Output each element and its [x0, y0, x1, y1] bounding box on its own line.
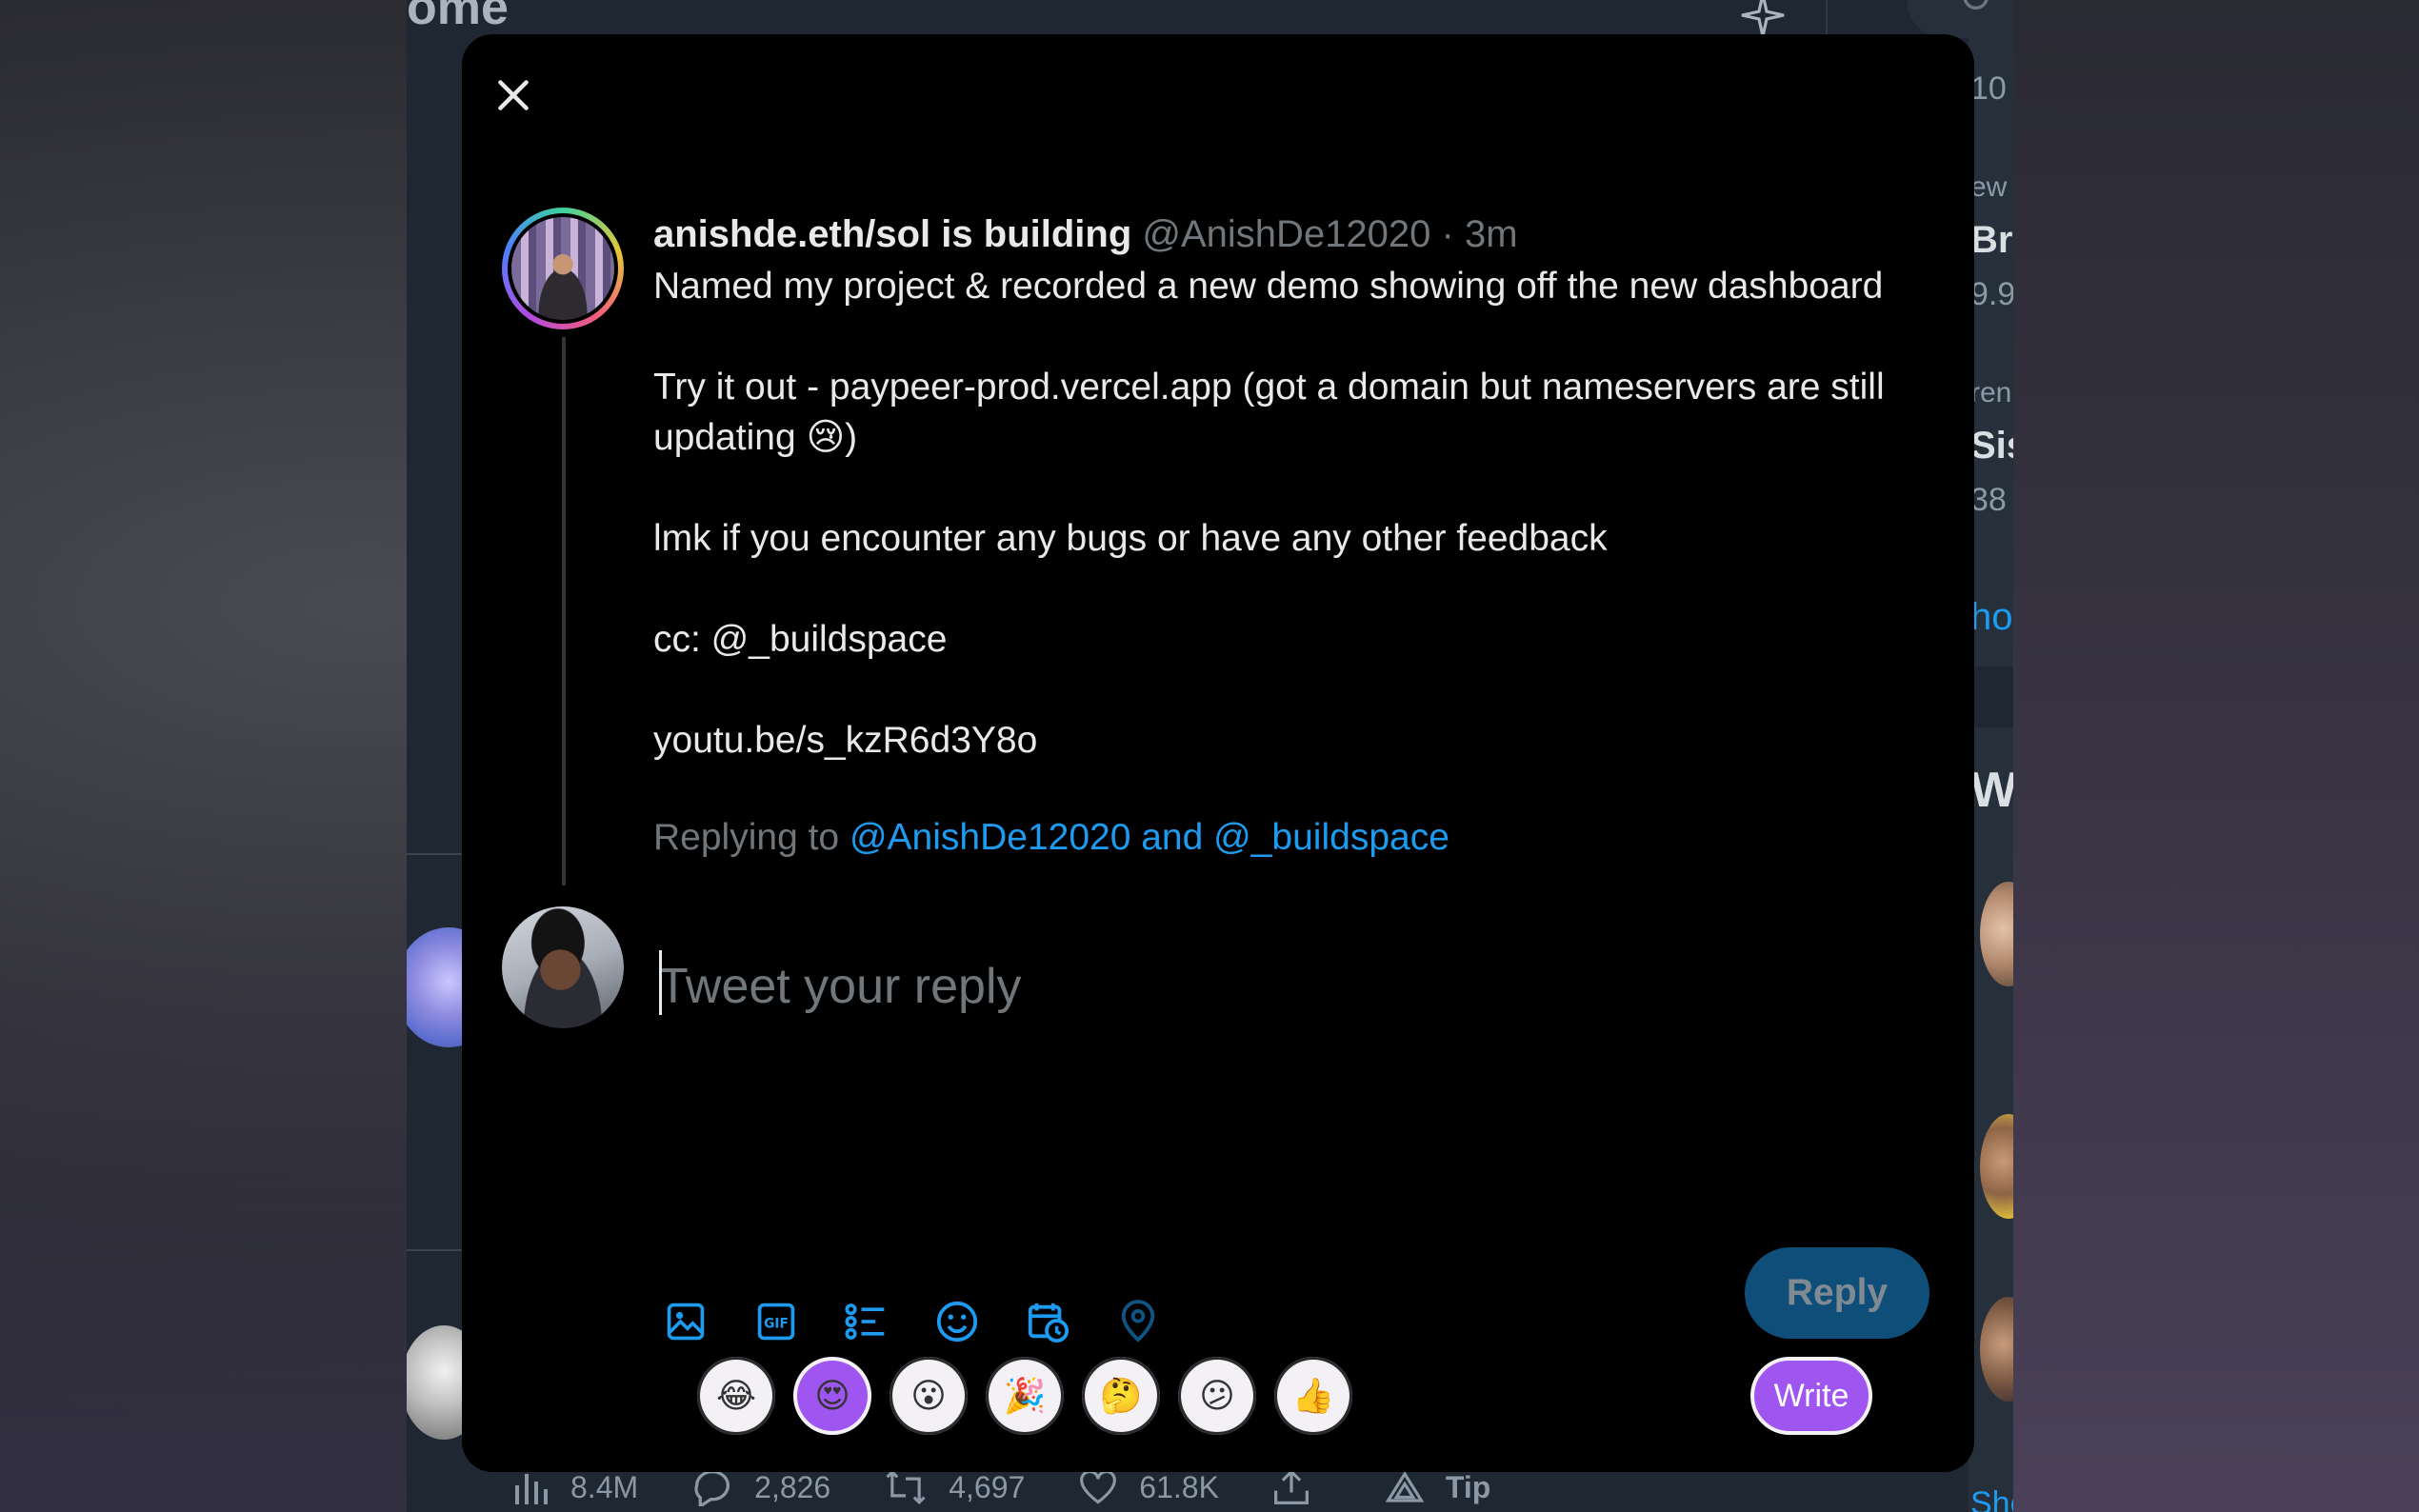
trend-snippet[interactable]: Br [1970, 219, 2012, 262]
reply-button[interactable]: Reply [1745, 1247, 1929, 1339]
tip-stat[interactable]: Tip [1385, 1470, 1490, 1505]
media-button[interactable] [655, 1291, 716, 1352]
views-count: 8.4M [570, 1469, 639, 1504]
home-title: ome [407, 0, 509, 35]
search-icon [1963, 0, 1989, 10]
tip-icon [1385, 1471, 1425, 1502]
heart-icon [1080, 1470, 1117, 1504]
text-caret [659, 950, 662, 1015]
reaction-surprised[interactable]: 😮 [890, 1357, 968, 1435]
like-stat[interactable]: 61.8K [1078, 1469, 1219, 1505]
background-left-tint [0, 857, 407, 1512]
sparkle-icon[interactable] [1740, 0, 1786, 38]
reply-stat[interactable]: 2,826 [691, 1468, 830, 1506]
tip-label: Tip [1445, 1469, 1491, 1504]
close-button[interactable] [483, 65, 544, 126]
analytics-icon [515, 1474, 548, 1504]
reaction-confused[interactable]: 😕 [1178, 1357, 1256, 1435]
svg-text:GIF: GIF [764, 1316, 789, 1331]
tweet-time[interactable]: 3m [1465, 213, 1518, 255]
schedule-button[interactable] [1017, 1291, 1078, 1352]
who-to-follow-title: Wh [1970, 763, 2013, 818]
retweet-stat[interactable]: 4,697 [884, 1468, 1025, 1506]
reaction-heart-eyes[interactable]: 😍 [793, 1357, 871, 1435]
right-column: 10 ew Br 9.9 ren Sis 38 ho Wh Sho [1969, 38, 2013, 1512]
poll-icon [845, 1303, 885, 1340]
replying-to-label: Replying to [653, 817, 850, 858]
reply-count: 2,826 [754, 1469, 831, 1504]
reaction-party[interactable]: 🎉 [986, 1357, 1064, 1435]
smiley-icon [936, 1301, 978, 1343]
background-right [2013, 0, 2419, 1512]
author-avatar[interactable] [502, 208, 624, 329]
reaction-thumbs-up[interactable]: 👍 [1274, 1357, 1352, 1435]
image-icon [667, 1303, 705, 1341]
tweet-text-line: lmk if you encounter any bugs or have an… [653, 518, 1608, 559]
gif-button[interactable]: GIF [746, 1291, 807, 1352]
like-count: 61.8K [1139, 1469, 1219, 1504]
reaction-thinking[interactable]: 🤔 [1082, 1357, 1160, 1435]
thread-line [562, 337, 566, 885]
show-more-link[interactable]: Sho [1970, 1485, 2013, 1512]
current-user-avatar[interactable] [502, 906, 624, 1028]
share-icon [1273, 1469, 1309, 1504]
tweet-link[interactable]: youtu.be/s_kzR6d3Y8o [653, 715, 1949, 766]
trend-snippet[interactable]: Sis [1970, 425, 2013, 468]
tweet-text-line: cc: @_buildspace [653, 619, 948, 660]
trend-snippet: 9.9 [1970, 276, 2013, 312]
author-handle[interactable]: @AnishDe12020 [1142, 213, 1430, 255]
author-name[interactable]: anishde.eth/sol is building [653, 213, 1131, 255]
emoji-button[interactable] [927, 1291, 988, 1352]
crying-emoji: 😢 [806, 416, 846, 459]
trend-snippet: ew [1970, 171, 2008, 203]
trend-snippet: 10 [1970, 70, 2007, 107]
views-stat[interactable]: 8.4M [511, 1470, 638, 1505]
reply-modal: anishde.eth/sol is building @AnishDe1202… [462, 34, 1974, 1472]
replying-to-mentions[interactable]: @AnishDe12020 and @_buildspace [850, 817, 1449, 858]
compose-toolbar: GIF [655, 1291, 1198, 1352]
tweet-text-line: updating 😢) [653, 412, 1949, 463]
original-tweet: anishde.eth/sol is building @AnishDe1202… [653, 208, 1949, 766]
location-button[interactable] [1108, 1291, 1169, 1352]
close-icon [498, 80, 529, 110]
retweet-icon [886, 1469, 926, 1505]
tweet-text-line: Named my project & recorded a new demo s… [653, 266, 1884, 307]
reaction-laughing[interactable]: 😂 [697, 1357, 775, 1435]
write-button[interactable]: Write [1750, 1357, 1872, 1435]
location-pin-icon [1121, 1300, 1155, 1343]
trend-snippet: ren [1970, 377, 2012, 408]
gif-icon: GIF [757, 1303, 795, 1341]
trend-snippet: 38 [1970, 482, 2007, 518]
tweet-header: anishde.eth/sol is building @AnishDe1202… [653, 208, 1949, 261]
search-box[interactable] [1907, 0, 2013, 38]
reply-input[interactable] [658, 939, 1915, 1034]
schedule-icon [1028, 1303, 1070, 1343]
tweet-text-segment: ) [845, 417, 858, 458]
comment-icon [694, 1470, 730, 1506]
trends-card [1969, 38, 2013, 666]
tweet-text-segment: updating [653, 417, 807, 458]
quick-reactions: 😂 😍 😮 🎉 🤔 😕 👍 [697, 1357, 1370, 1435]
retweet-count: 4,697 [949, 1469, 1026, 1504]
separator-dot: · [1441, 213, 1454, 255]
poll-button[interactable] [836, 1291, 897, 1352]
replying-to: Replying to @AnishDe12020 and @_buildspa… [653, 811, 1449, 865]
share-stat[interactable] [1272, 1468, 1331, 1506]
show-more-link[interactable]: ho [1970, 596, 2013, 639]
tweet-text-line: Try it out - paypeer-prod.vercel.app (go… [653, 367, 1885, 408]
